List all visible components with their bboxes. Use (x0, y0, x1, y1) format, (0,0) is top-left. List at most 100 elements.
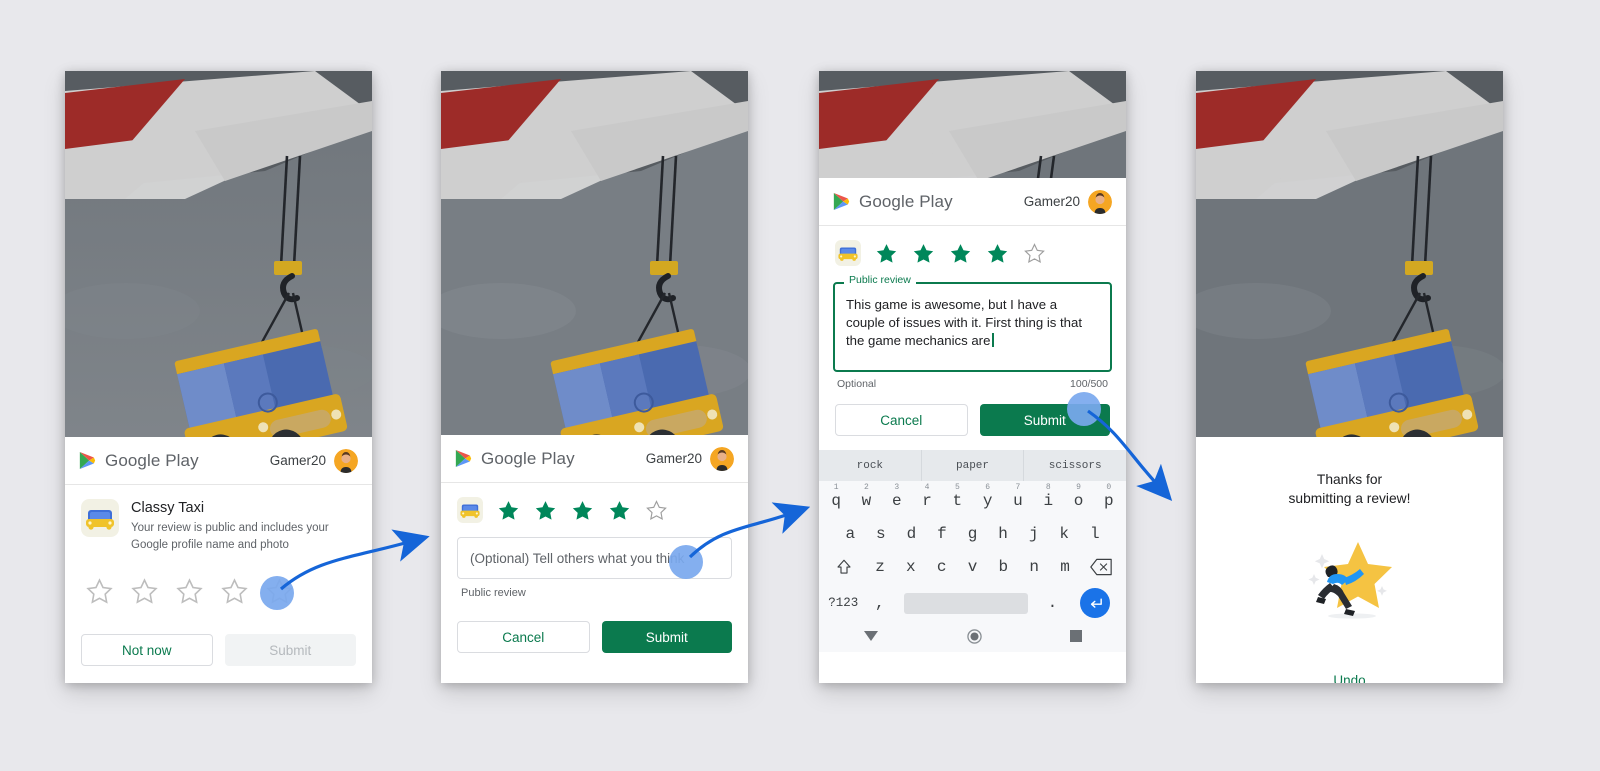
account-chip-1[interactable]: Gamer20 (269, 448, 358, 473)
comma-key[interactable]: , (862, 594, 899, 612)
star-celebration-illustration (1308, 542, 1392, 619)
key-l[interactable]: l (1079, 518, 1110, 543)
key-d[interactable]: d (896, 518, 927, 543)
nav-recents-button[interactable] (1070, 630, 1082, 642)
review-textarea-legend: Public review (844, 274, 916, 286)
star-5-icon[interactable] (1023, 242, 1046, 265)
key-x[interactable]: x (895, 551, 926, 576)
key-t[interactable]: 5t (942, 483, 972, 510)
account-chip-2[interactable]: Gamer20 (645, 446, 734, 471)
key-c[interactable]: c (926, 551, 957, 576)
key-o[interactable]: 9o (1063, 483, 1093, 510)
review-input-helper: Public review (461, 587, 526, 599)
key-k[interactable]: k (1049, 518, 1080, 543)
android-keyboard: rock paper scissors 1q 2w 3e 4r 5t 6y 7u… (819, 450, 1126, 652)
nav-home-button[interactable] (967, 628, 982, 644)
key-g[interactable]: g (957, 518, 988, 543)
keyboard-rows: 1q 2w 3e 4r 5t 6y 7u 8i 9o 0p a s d f g … (819, 481, 1126, 622)
avatar-3 (1088, 189, 1112, 214)
text-caret (992, 333, 994, 347)
star-2-icon[interactable] (912, 242, 935, 265)
key-n[interactable]: n (1019, 551, 1050, 576)
review-textarea-meta: Optional 100/500 (819, 372, 1126, 390)
key-p[interactable]: 0p (1094, 483, 1124, 510)
nav-back-button[interactable] (863, 630, 879, 642)
key-a[interactable]: a (835, 518, 866, 543)
thanks-line-2: submitting a review! (1288, 490, 1411, 506)
user-name-2: Gamer20 (645, 451, 702, 466)
key-u[interactable]: 7u (1003, 483, 1033, 510)
keyboard-suggestions: rock paper scissors (819, 450, 1126, 481)
star-5-icon[interactable] (645, 499, 668, 522)
review-sheet-1: Google Play Gamer20 Classy Taxi Your rev… (65, 437, 372, 683)
review-textarea-wrap: Public review This game is awesome, but … (833, 274, 1112, 372)
key-h[interactable]: h (988, 518, 1019, 543)
key-j[interactable]: j (1018, 518, 1049, 543)
star-2-icon[interactable] (534, 499, 557, 522)
key-r[interactable]: 4r (912, 483, 942, 510)
backspace-key[interactable] (1080, 551, 1122, 576)
user-name-1: Gamer20 (269, 453, 326, 468)
star-5-icon[interactable] (265, 577, 294, 606)
cancel-button[interactable]: Cancel (457, 621, 590, 653)
action-buttons-3: Cancel Submit (819, 404, 1126, 436)
rating-stars-4-of-5[interactable] (819, 226, 1126, 266)
review-textarea[interactable]: This game is awesome, but I have a coupl… (833, 282, 1112, 372)
app-name: Classy Taxi (131, 500, 205, 516)
star-4-icon[interactable] (220, 577, 249, 606)
key-v[interactable]: v (957, 551, 988, 576)
key-b[interactable]: b (988, 551, 1019, 576)
star-4-icon[interactable] (608, 499, 631, 522)
submit-button[interactable]: Submit (601, 621, 732, 653)
user-name-3: Gamer20 (1023, 194, 1080, 209)
symbols-key[interactable]: ?123 (825, 596, 862, 610)
thanks-content: Thanks for submitting a review! Undo (1196, 437, 1503, 683)
star-1-icon[interactable] (85, 577, 114, 606)
review-input[interactable]: (Optional) Tell others what you think (457, 537, 732, 579)
key-m[interactable]: m (1050, 551, 1081, 576)
key-f[interactable]: f (927, 518, 958, 543)
app-info-row: Classy Taxi Your review is public and in… (65, 485, 372, 555)
rating-stars-4-of-5[interactable] (441, 483, 748, 523)
submit-button[interactable]: Submit (979, 404, 1110, 436)
period-key[interactable]: . (1034, 594, 1071, 612)
star-3-icon[interactable] (571, 499, 594, 522)
classy-taxi-app-icon (81, 499, 119, 537)
space-key[interactable] (904, 592, 1029, 614)
phone-screen-review-typing: Google Play Gamer20 Public review This g… (819, 71, 1126, 683)
shift-arrow-icon (837, 559, 851, 574)
enter-circle (1080, 588, 1111, 618)
phone-screen-thanks: Thanks for submitting a review! Undo (1196, 71, 1503, 683)
star-3-icon[interactable] (175, 577, 204, 606)
star-4-icon[interactable] (986, 242, 1009, 265)
rating-stars-empty[interactable] (65, 555, 372, 606)
suggestion-paper[interactable]: paper (920, 450, 1024, 481)
star-1-icon[interactable] (497, 499, 520, 522)
circle-icon (967, 628, 982, 644)
key-q[interactable]: 1q (821, 483, 851, 510)
classy-taxi-app-icon (835, 240, 861, 266)
key-y[interactable]: 6y (973, 483, 1003, 510)
suggestion-rock[interactable]: rock (819, 450, 921, 481)
shift-key[interactable] (823, 551, 865, 576)
cancel-button[interactable]: Cancel (835, 404, 968, 436)
suggestion-scissors[interactable]: scissors (1023, 450, 1126, 481)
star-2-icon[interactable] (130, 577, 159, 606)
review-input-wrap: (Optional) Tell others what you think Pu… (441, 523, 748, 599)
play-wordmark-1: Google Play (105, 450, 199, 470)
star-1-icon[interactable] (875, 242, 898, 265)
keyboard-row-4: ?123 , . (821, 584, 1124, 622)
key-w[interactable]: 2w (851, 483, 881, 510)
review-textarea-value: This game is awesome, but I have a coupl… (846, 297, 1086, 348)
key-i[interactable]: 8i (1033, 483, 1063, 510)
enter-key[interactable] (1071, 588, 1120, 618)
account-chip-3[interactable]: Gamer20 (1023, 189, 1112, 214)
key-s[interactable]: s (866, 518, 897, 543)
not-now-button[interactable]: Not now (81, 634, 213, 667)
key-z[interactable]: z (865, 551, 896, 576)
star-3-icon[interactable] (949, 242, 972, 265)
keyboard-row-3: z x c v b n m (821, 551, 1124, 584)
play-logo-1: Google Play (79, 451, 199, 471)
undo-button[interactable]: Undo (1333, 673, 1365, 683)
key-e[interactable]: 3e (882, 483, 912, 510)
